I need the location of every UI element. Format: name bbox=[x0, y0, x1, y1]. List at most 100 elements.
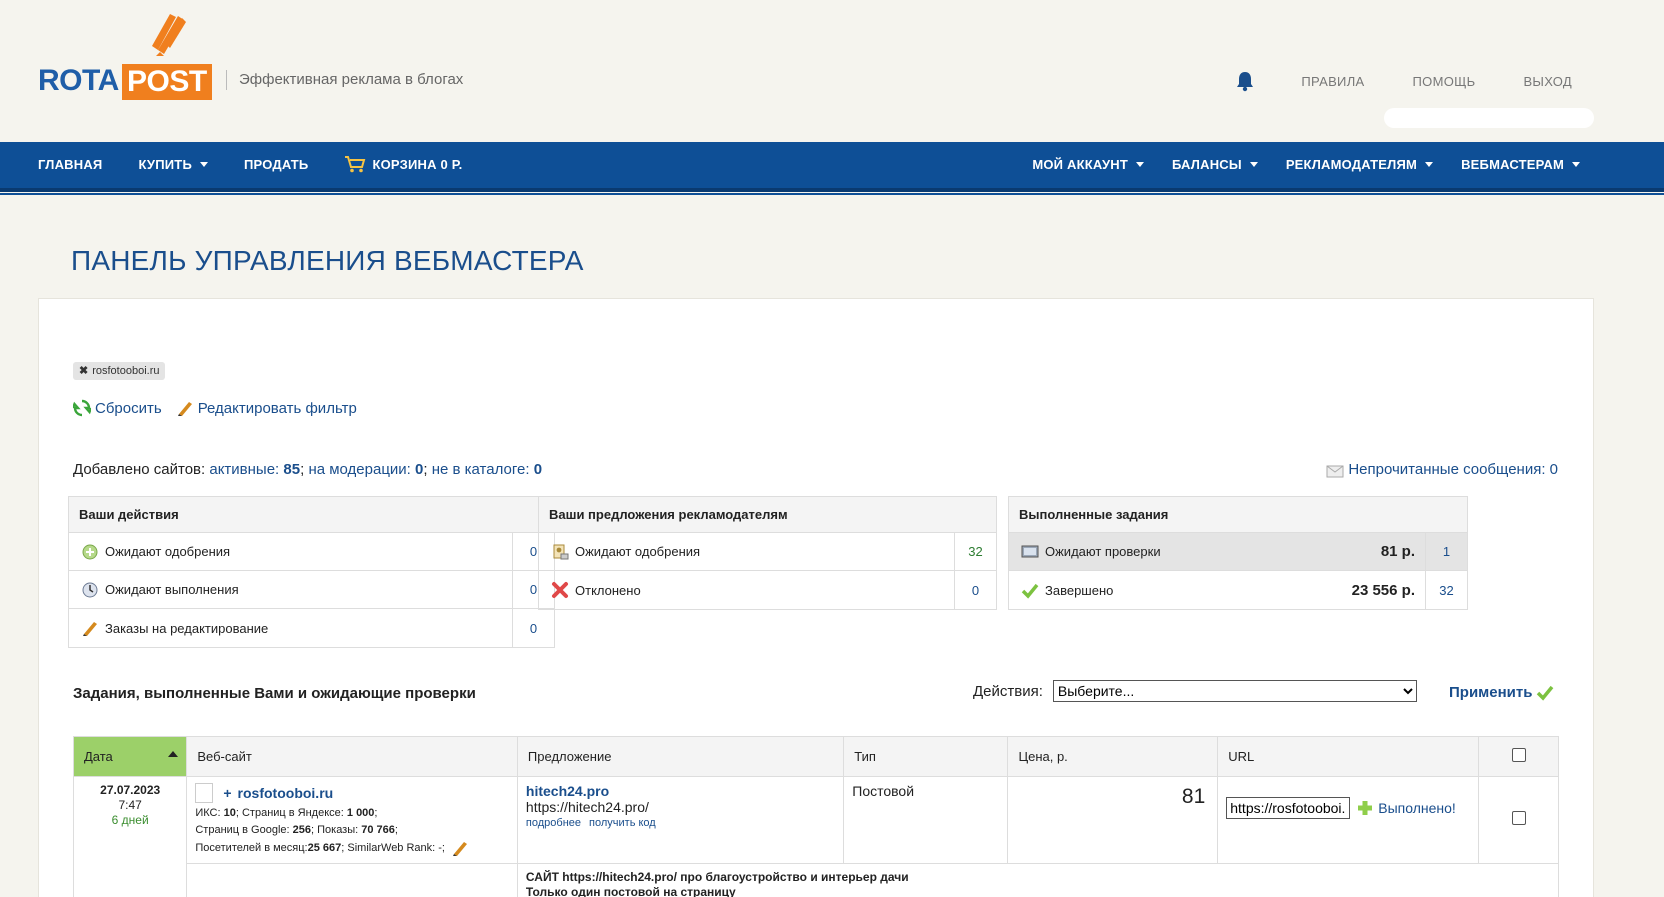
offers-box: Ваши предложения рекламодателям Ожидают … bbox=[538, 496, 997, 610]
plus-icon[interactable]: + bbox=[223, 785, 231, 802]
bell-icon[interactable] bbox=[1235, 70, 1255, 92]
col-select-all[interactable] bbox=[1478, 736, 1559, 777]
filter-tag-label: rosfotooboi.ru bbox=[92, 365, 160, 377]
nav-sell[interactable]: ПРОДАТЬ bbox=[244, 157, 308, 172]
metric-label: Страниц в Google: bbox=[195, 824, 293, 836]
metric-value: 256 bbox=[292, 824, 311, 836]
unread-messages[interactable]: Непрочитанные сообщения: 0 bbox=[1326, 461, 1558, 478]
metric-label: ИКС: bbox=[195, 807, 224, 819]
clock-icon bbox=[82, 582, 98, 597]
mark-done[interactable]: Выполнено! bbox=[1356, 799, 1456, 817]
offer-link[interactable]: hitech24.pro bbox=[526, 783, 609, 799]
plus-circle-icon bbox=[82, 544, 98, 559]
active-sites-link[interactable]: активные: 85 bbox=[209, 461, 300, 478]
completed-tasks-box: Выполненные задания Ожидают проверки 81 … bbox=[1008, 496, 1468, 610]
moderation-sites-label: на модерации: bbox=[308, 461, 411, 478]
nav-home[interactable]: ГЛАВНАЯ bbox=[38, 157, 102, 172]
nav-advertisers[interactable]: РЕКЛАМОДАТЕЛЯМ bbox=[1286, 157, 1434, 172]
moderation-sites-link[interactable]: на модерации: 0 bbox=[308, 461, 423, 478]
row-count-link[interactable]: 32 bbox=[1439, 583, 1453, 598]
nav-webmasters-label: ВЕБМАСТЕРАМ bbox=[1461, 156, 1564, 172]
tasks-table: Дата Веб-сайт Предложение Тип Цена, р. U… bbox=[72, 736, 1560, 897]
pencil-icon[interactable] bbox=[451, 839, 469, 857]
pencil-icon bbox=[83, 622, 97, 636]
rules-link[interactable]: ПРАВИЛА bbox=[1301, 74, 1364, 89]
type-cell: Постовой bbox=[843, 776, 1009, 864]
sep: ; bbox=[300, 461, 305, 478]
nav-cart[interactable]: КОРЗИНА 0 Р. bbox=[344, 155, 462, 173]
unread-messages-link[interactable]: Непрочитанные сообщения: 0 bbox=[1348, 461, 1558, 478]
row-checkbox[interactable] bbox=[1511, 811, 1526, 825]
apply-link[interactable]: Применить bbox=[1449, 684, 1532, 701]
apply-action[interactable]: Применить bbox=[1449, 683, 1558, 701]
nav-webmasters[interactable]: ВЕБМАСТЕРАМ bbox=[1461, 157, 1580, 172]
edit-filter-link[interactable]: Редактировать фильтр bbox=[198, 400, 357, 417]
pencil-icon bbox=[177, 402, 192, 416]
row-count-link[interactable]: 0 bbox=[530, 544, 537, 559]
page-title: ПАНЕЛЬ УПРАВЛЕНИЯ ВЕБМАСТЕРА bbox=[71, 245, 584, 276]
row-amount: 23 556 р. bbox=[1351, 581, 1415, 599]
row-count-link[interactable]: 0 bbox=[972, 583, 979, 598]
box-row: Ожидают одобрения 32 bbox=[539, 533, 996, 571]
col-date[interactable]: Дата bbox=[72, 736, 188, 777]
nav-balances[interactable]: БАЛАНСЫ bbox=[1172, 157, 1258, 172]
actions-select[interactable]: Выберите... bbox=[1052, 680, 1417, 702]
bulk-actions: Действия: Выберите... bbox=[973, 680, 1417, 702]
site-link[interactable]: rosfotooboi.ru bbox=[238, 785, 334, 802]
row-label: Ожидают выполнения bbox=[105, 582, 239, 597]
nav-balances-label: БАЛАНСЫ bbox=[1172, 156, 1242, 172]
caret-down-icon bbox=[1249, 161, 1258, 167]
price-cell: 81 bbox=[1007, 776, 1219, 864]
sort-up-icon bbox=[168, 751, 179, 757]
box-row: Ожидают проверки 81 р. 1 bbox=[1009, 533, 1467, 571]
notcatalog-sites-link[interactable]: не в каталоге: 0 bbox=[432, 461, 542, 478]
mark-done-link[interactable]: Выполнено! bbox=[1378, 800, 1456, 816]
result-url-input[interactable] bbox=[1226, 797, 1351, 819]
row-count-link[interactable]: 0 bbox=[530, 582, 537, 597]
top-search-field[interactable] bbox=[1384, 108, 1594, 128]
filter-tag[interactable]: ✖ rosfotooboi.ru bbox=[73, 362, 166, 380]
col-website: Веб-сайт bbox=[186, 736, 518, 777]
nav-buy[interactable]: КУПИТЬ bbox=[138, 157, 208, 172]
logout-link[interactable]: ВЫХОД bbox=[1523, 74, 1572, 89]
site-metrics-3: Посетителей в месяц: 25 667; SimilarWeb … bbox=[195, 839, 509, 857]
logo[interactable]: ROTA POST bbox=[38, 6, 213, 100]
caret-down-icon bbox=[1572, 161, 1580, 167]
caret-down-icon bbox=[1425, 161, 1434, 167]
offer-desc-line-1: САЙТ https://hitech24.pro/ про благоустр… bbox=[525, 870, 909, 884]
task-date: 27.07.2023 bbox=[100, 783, 161, 797]
website-cell: + rosfotooboi.ru ИКС: 10; Страниц в Янде… bbox=[186, 776, 518, 864]
user-edit-icon bbox=[553, 544, 569, 559]
nav-home-label: ГЛАВНАЯ bbox=[38, 156, 103, 172]
offer-cell: hitech24.pro https://hitech24.pro/ подро… bbox=[516, 776, 845, 864]
select-all-checkbox[interactable] bbox=[1511, 748, 1526, 762]
box-row: Завершено 23 556 р. 32 bbox=[1009, 571, 1467, 609]
caret-down-icon bbox=[1136, 161, 1144, 167]
row-count-link[interactable]: 1 bbox=[1443, 544, 1450, 559]
red-cross-icon bbox=[552, 582, 568, 598]
row-count-link[interactable]: 0 bbox=[530, 621, 537, 636]
top-links: ПРАВИЛА ПОМОЩЬ ВЫХОД bbox=[1235, 70, 1572, 92]
row-count-link[interactable]: 32 bbox=[968, 544, 982, 559]
col-offer: Предложение bbox=[516, 736, 845, 777]
col-url-label: URL bbox=[1228, 749, 1255, 764]
offer-url: https://hitech24.pro/ bbox=[525, 799, 649, 815]
pencil-logo-icon bbox=[152, 14, 186, 56]
monitor-icon bbox=[1021, 545, 1039, 557]
help-link[interactable]: ПОМОЩЬ bbox=[1413, 74, 1476, 89]
remove-tag-icon[interactable]: ✖ bbox=[79, 364, 88, 378]
checkmark-icon bbox=[1021, 583, 1039, 599]
get-code-link[interactable]: получить код bbox=[589, 817, 656, 829]
metric-value: 25 667 bbox=[307, 841, 342, 854]
reset-filter-link[interactable]: Сбросить bbox=[95, 400, 162, 417]
your-actions-box: Ваши действия Ожидают одобрения 0 Ожидаю… bbox=[68, 496, 555, 648]
box-title: Выполненные задания bbox=[1009, 497, 1467, 533]
box-row: Ожидают выполнения 0 bbox=[69, 571, 554, 609]
sites-prefix: Добавлено сайтов: bbox=[73, 461, 206, 478]
col-price-label: Цена, р. bbox=[1018, 749, 1068, 764]
box-row: Заказы на редактирование 0 bbox=[69, 609, 554, 647]
more-link[interactable]: подробнее bbox=[526, 817, 581, 829]
nav-my-account[interactable]: МОЙ АККАУНТ bbox=[1032, 157, 1144, 172]
main-nav: ГЛАВНАЯ КУПИТЬ ПРОДАТЬ КОРЗИНА 0 Р. МОЙ … bbox=[0, 142, 1664, 195]
col-type: Тип bbox=[843, 736, 1009, 777]
